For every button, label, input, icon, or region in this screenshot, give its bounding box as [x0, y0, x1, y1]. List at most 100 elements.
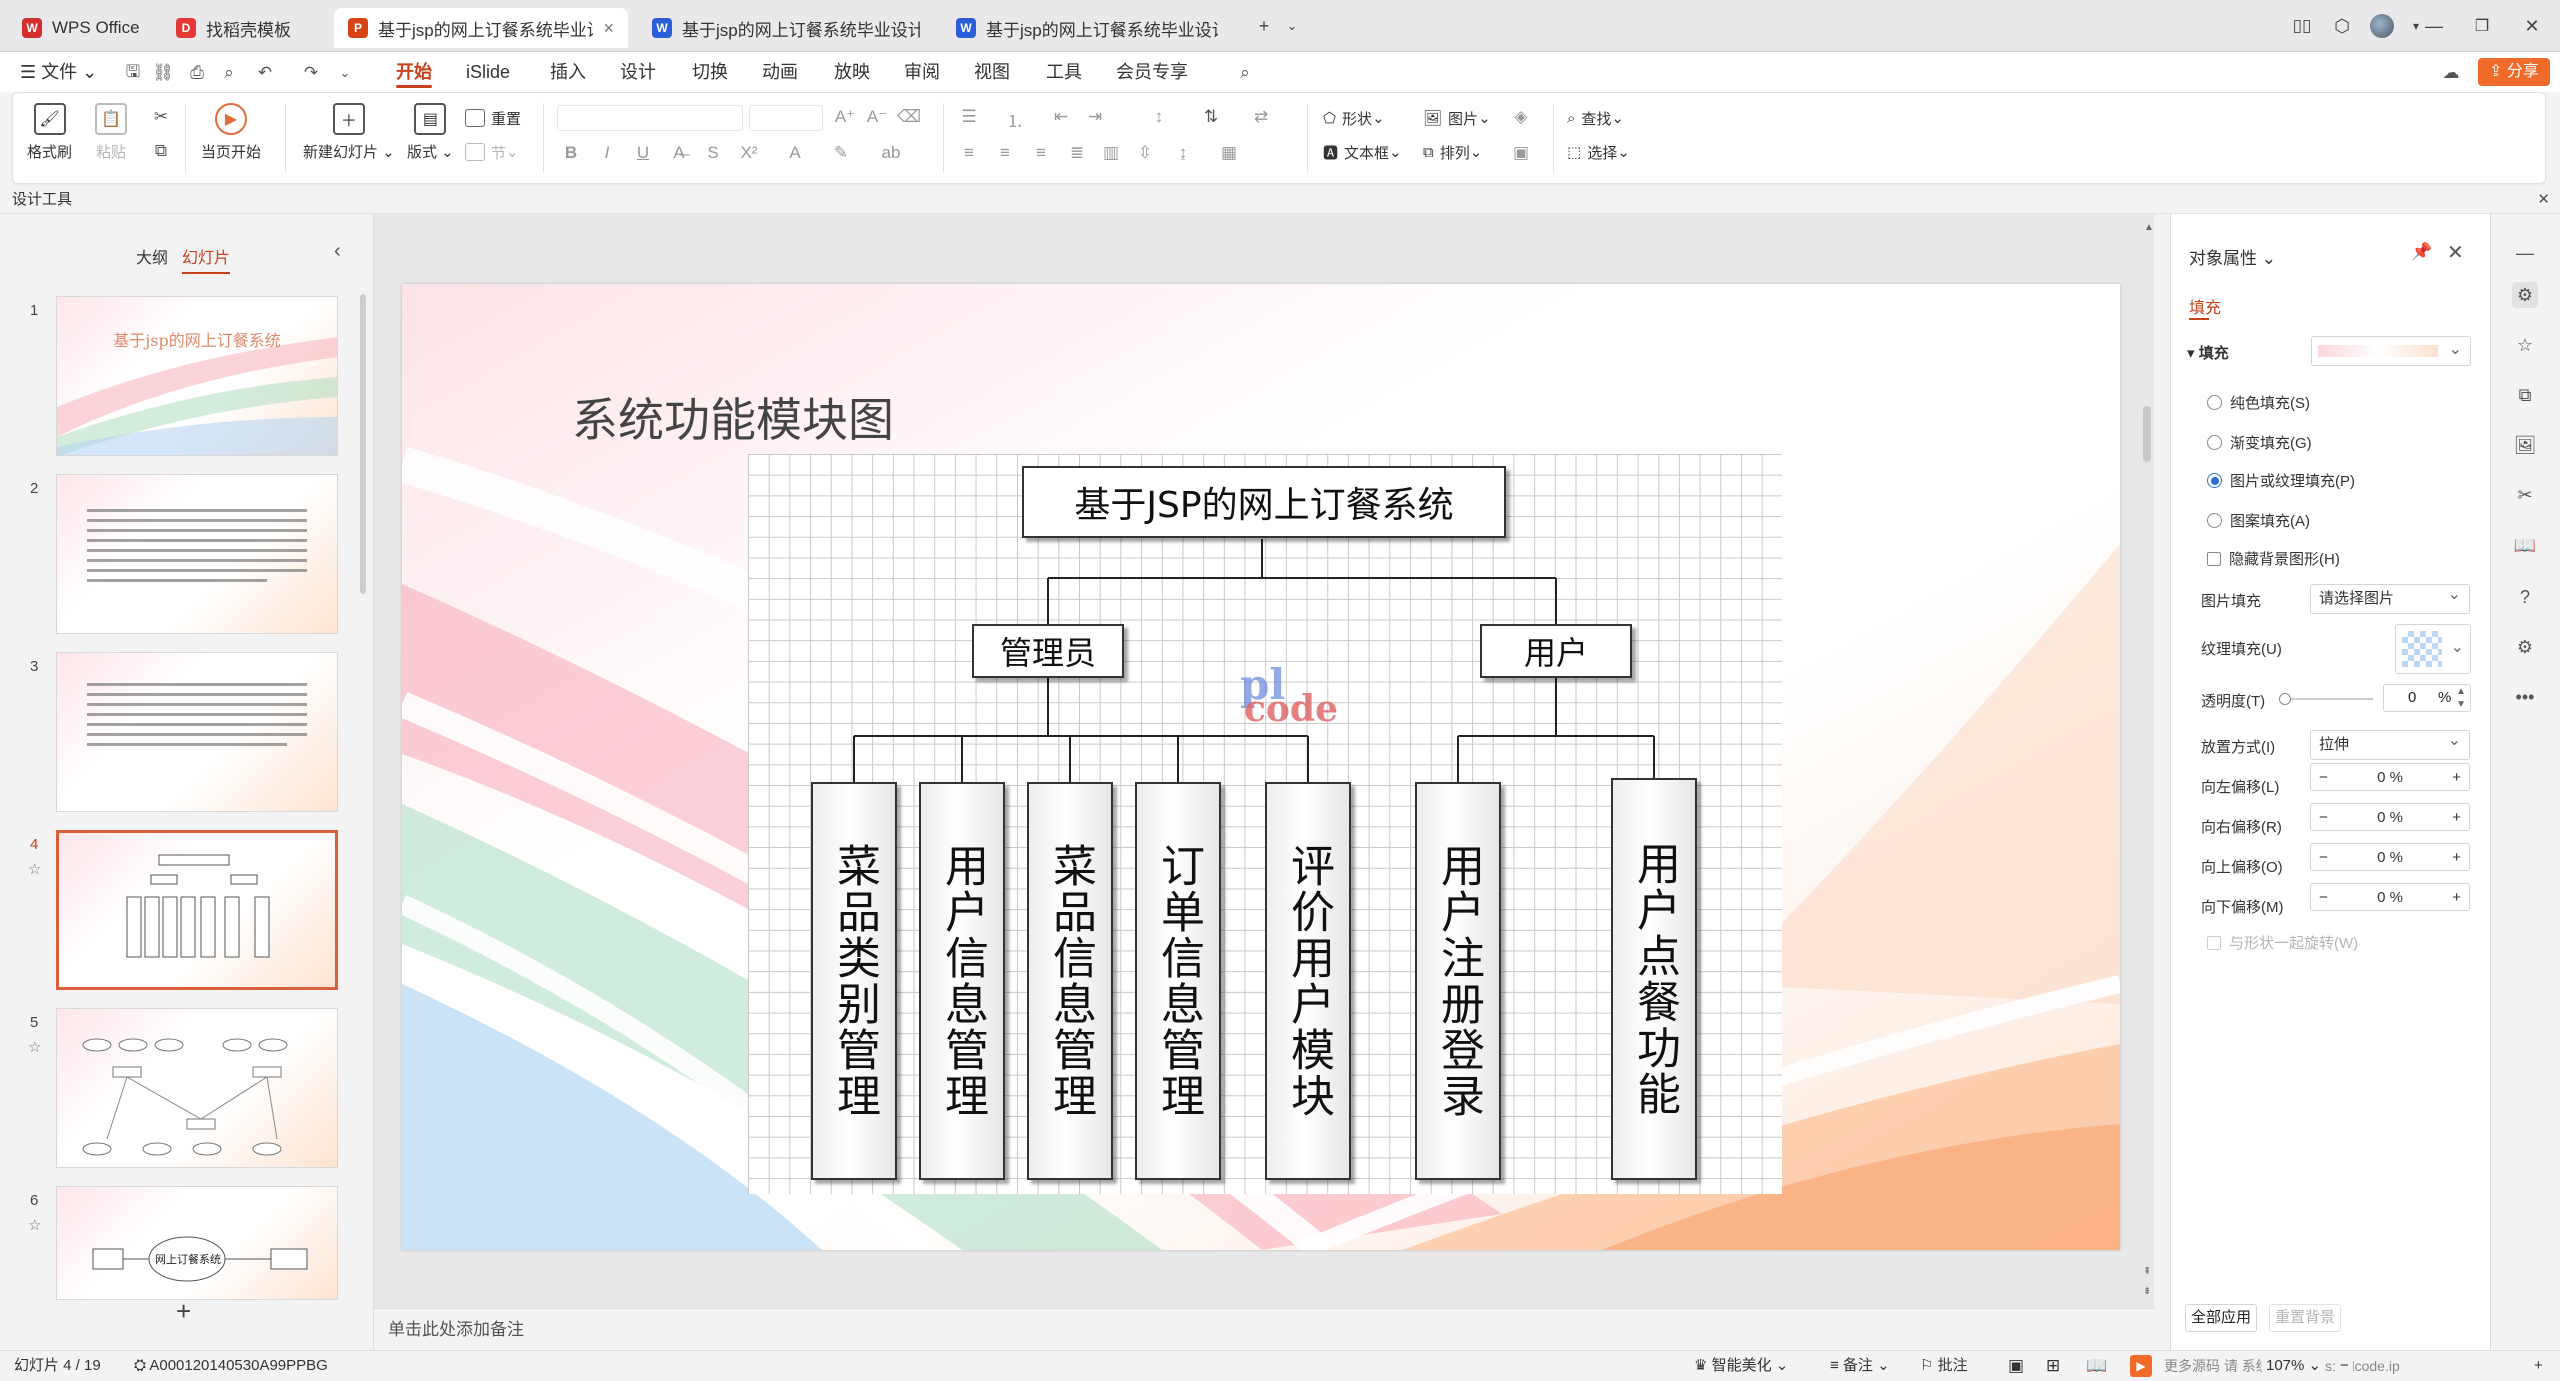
star-icon[interactable]: ☆ [2512, 332, 2538, 358]
clear-format-icon[interactable]: ⌫ [897, 107, 921, 127]
cloud-sync-icon[interactable]: ☁ [2440, 62, 2462, 84]
reset-background-button[interactable]: 重置背景 [2269, 1304, 2341, 1332]
module-dish-info-management[interactable]: 菜品信息管理 [1027, 782, 1113, 1180]
increase-font-icon[interactable]: A⁺ [833, 107, 857, 127]
sorter-view-icon[interactable]: ⊞ [2046, 1351, 2060, 1381]
quick-access-chevron-icon[interactable]: ⌄ [334, 62, 356, 84]
offset-up-stepper[interactable]: − 0 % + [2310, 843, 2470, 871]
cut-icon[interactable]: ✂ [149, 107, 173, 127]
columns-icon[interactable]: ▦ [1217, 143, 1241, 163]
slideshow-play-icon[interactable]: ▶ [2130, 1355, 2152, 1377]
file-menu[interactable]: ☰ 文件 ⌄ [20, 52, 97, 92]
menu-view[interactable]: 视图 [974, 52, 1010, 92]
decrement-icon[interactable]: − [2319, 889, 2328, 906]
bullets-icon[interactable]: ☰ [957, 107, 981, 127]
character-spacing-icon[interactable]: ab [879, 143, 903, 163]
close-tab-icon[interactable]: × [593, 18, 614, 39]
copy-icon[interactable]: ⧉ [149, 141, 173, 161]
minimize-icon[interactable]: — [2414, 12, 2454, 40]
play-current-button[interactable]: ▶ 当页开始 [201, 103, 261, 162]
menu-slideshow[interactable]: 放映 [834, 52, 870, 92]
hide-bg-checkbox[interactable]: 隐藏背景图形(H) [2207, 548, 2340, 569]
decrease-indent-icon[interactable]: ⇤ [1049, 107, 1073, 127]
module-review-users[interactable]: 评价用户模块 [1265, 782, 1351, 1180]
apply-all-button[interactable]: 全部应用 [2185, 1304, 2257, 1332]
slider-handle[interactable] [2279, 693, 2291, 705]
cube-icon[interactable]: ⬡ [2322, 12, 2362, 40]
slide-star-icon[interactable]: ☆ [28, 1216, 41, 1234]
fill-preview-select[interactable]: ⌄ [2311, 336, 2471, 366]
increment-icon[interactable]: + [2452, 849, 2461, 866]
font-size-select[interactable] [749, 105, 823, 131]
tab-presentation-active[interactable]: P 基于jsp的网上订餐系统毕业设计答 × [334, 8, 628, 48]
pin-icon[interactable]: 📌 [2411, 242, 2432, 262]
strikethrough-icon[interactable]: A̶ [667, 143, 691, 163]
tab-list-chevron-icon[interactable]: ⌄ [1272, 12, 1312, 40]
zoom-in-icon[interactable]: + [2530, 1351, 2547, 1381]
zoom-out-icon[interactable]: − [2336, 1351, 2353, 1381]
share-link-icon[interactable]: ⛓ [152, 62, 174, 84]
save-icon[interactable]: 🖫 [122, 62, 144, 84]
canvas-vertical-scrollbar[interactable]: ▲ ⇞ ⇟ [2140, 214, 2154, 1308]
increment-icon[interactable]: + [2452, 809, 2461, 826]
offset-right-stepper[interactable]: − 0 % + [2310, 803, 2470, 831]
shadow-text-icon[interactable]: S [701, 143, 725, 163]
notes-pane[interactable]: 单击此处添加备注 [374, 1308, 2154, 1350]
help-icon[interactable]: ? [2512, 584, 2538, 610]
section-button[interactable]: 节 ⌄ [465, 139, 519, 165]
module-user-info-management[interactable]: 用户信息管理 [919, 782, 1005, 1180]
transparency-input[interactable]: 0% ▲ ▼ [2383, 684, 2471, 712]
close-panel-icon[interactable]: ✕ [2447, 240, 2464, 265]
texture-select[interactable]: ⌄ [2395, 624, 2471, 674]
close-window-icon[interactable]: ✕ [2512, 12, 2552, 40]
tools-icon[interactable]: ✂ [2512, 482, 2538, 508]
numbering-icon[interactable]: ⒈ [1003, 107, 1027, 132]
increment-icon[interactable]: + [2452, 769, 2461, 786]
increase-indent-icon[interactable]: ⇥ [1083, 107, 1107, 127]
slide-4[interactable]: 系统功能模块图 基于JSP的网上订餐系统 管理员 用户 菜品类别管理 用户信息管… [402, 284, 2120, 1250]
offset-left-stepper[interactable]: − 0 % + [2310, 763, 2470, 791]
comments-button[interactable]: ⚐ 批注 [1920, 1351, 1968, 1381]
restore-icon[interactable]: ❐ [2462, 12, 2502, 40]
pattern-fill-radio[interactable]: 图案填充(A) [2207, 510, 2310, 531]
reset-button[interactable]: 重置 [465, 105, 521, 131]
reading-view-icon[interactable]: 📖 [2086, 1351, 2107, 1381]
gradient-fill-radio[interactable]: 渐变填充(G) [2207, 432, 2312, 453]
menu-tools[interactable]: 工具 [1046, 52, 1082, 92]
template-id[interactable]: ⛭ A000120140530A99PPBG [134, 1351, 328, 1381]
convert-icon[interactable]: ⇄ [1249, 107, 1273, 127]
tab-slides[interactable]: 幻灯片 [182, 244, 231, 274]
layout-button[interactable]: ▤ 版式 ⌄ [407, 103, 454, 162]
close-design-tools-icon[interactable]: ✕ [2537, 186, 2550, 214]
slide-thumbnail-1[interactable]: 基于jsp的网上订餐系统 [56, 296, 338, 456]
scroll-up-icon[interactable]: ▲ [2144, 222, 2154, 233]
thumbnail-scrollbar[interactable] [360, 294, 366, 594]
collapse-icon[interactable]: — [2512, 240, 2538, 266]
tab-outline[interactable]: 大纲 [136, 244, 168, 268]
slide-thumbnail-6[interactable]: 网上订餐系统 [56, 1186, 338, 1300]
tab-docer-template[interactable]: D 找稻壳模板 [162, 8, 328, 48]
copy-style-icon[interactable]: ⧉ [2512, 382, 2538, 408]
menu-home[interactable]: 开始 [396, 52, 432, 92]
normal-view-icon[interactable]: ▣ [2008, 1351, 2024, 1381]
tab-thesis-doc[interactable]: W 基于jsp的网上订餐系统毕业设计论文 [638, 8, 934, 48]
tab-wps-office[interactable]: W WPS Office [8, 8, 154, 48]
book-icon[interactable]: 📖 [2512, 532, 2538, 558]
image-icon[interactable]: 🖼 [2512, 432, 2538, 458]
arrange-button[interactable]: ⧉ 排列 ⌄ [1423, 139, 1482, 165]
settings-icon[interactable]: ⚙ [2512, 634, 2538, 660]
new-slide-button[interactable]: ＋ 新建幻灯片 ⌄ [303, 103, 395, 162]
undo-icon[interactable]: ↶ [254, 62, 276, 84]
module-user-ordering[interactable]: 用户点餐功能 [1611, 778, 1697, 1180]
properties-icon[interactable]: ⚙ [2512, 282, 2538, 308]
fill-section-header[interactable]: ▾ 填充 [2187, 342, 2229, 363]
select-button[interactable]: ⬚ 选择 ⌄ [1567, 139, 1630, 165]
shape-button[interactable]: ⬠ 形状 ⌄ [1323, 105, 1385, 131]
admin-node[interactable]: 管理员 [972, 624, 1124, 678]
text-direction-icon[interactable]: ↕ [1147, 107, 1171, 127]
find-button[interactable]: ⌕ 查找 ⌄ [1567, 105, 1624, 131]
layout-icon[interactable]: ▯▯ [2282, 12, 2322, 40]
bold-icon[interactable]: B [559, 143, 583, 163]
menu-review[interactable]: 审阅 [904, 52, 940, 92]
module-category-management[interactable]: 菜品类别管理 [811, 782, 897, 1180]
